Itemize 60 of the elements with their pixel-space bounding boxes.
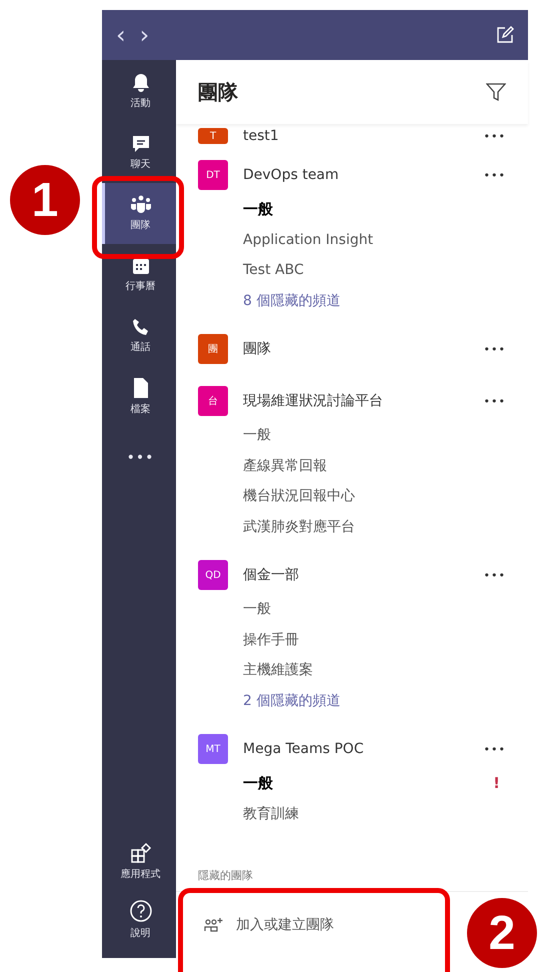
panel-title: 團隊: [198, 78, 238, 106]
channel-name[interactable]: 教育訓練: [243, 804, 506, 823]
hidden-channels-link[interactable]: 2 個隱藏的頻道: [243, 692, 506, 710]
section-label: 隱藏的團隊: [197, 868, 254, 884]
more-options-button[interactable]: •••: [484, 394, 506, 408]
app-bar-item[interactable]: 檔案: [102, 366, 176, 427]
team-name[interactable]: 團隊: [243, 340, 484, 358]
more-options-button[interactable]: •••: [484, 568, 506, 582]
step-number: 1: [10, 165, 80, 235]
calendar-icon: [130, 256, 150, 276]
app-bar-item[interactable]: 通話: [102, 305, 176, 366]
app-bar-item[interactable]: 聊天: [102, 122, 176, 183]
file-icon: [132, 377, 150, 399]
bell-icon: [130, 73, 150, 93]
team-avatar: 團: [198, 334, 228, 364]
more-options-button[interactable]: •••: [484, 130, 506, 142]
team-name[interactable]: Mega Teams POC: [243, 741, 484, 757]
apps-icon: [130, 842, 152, 864]
filter-icon[interactable]: [486, 82, 506, 102]
app-bar-item[interactable]: 團隊: [102, 183, 176, 244]
team-avatar: T: [198, 128, 228, 144]
channel-name[interactable]: 一般: [243, 774, 494, 793]
channel-name[interactable]: 一般: [243, 200, 506, 219]
channel-name[interactable]: 主機維護案: [243, 661, 506, 680]
more-options-button[interactable]: •••: [484, 342, 506, 356]
team-avatar: QD: [198, 560, 228, 590]
more-options-button[interactable]: •••: [484, 742, 506, 756]
app-bar-item[interactable]: 說明: [102, 890, 176, 948]
app-bar-item[interactable]: •••: [102, 427, 176, 488]
channel-name[interactable]: 武漢肺炎對應平台: [243, 518, 506, 536]
team-avatar: 台: [198, 386, 228, 416]
team-avatar: DT: [198, 160, 228, 190]
channel-name[interactable]: 機台狀況回報中心: [243, 487, 506, 506]
app-bar-item[interactable]: 行事曆: [102, 244, 176, 305]
team-name[interactable]: 現場維運狀況討論平台: [243, 392, 484, 410]
back-button[interactable]: ‹: [116, 23, 126, 47]
alert-mark: !: [493, 774, 501, 792]
join-team-button[interactable]: 加入或建立團隊: [198, 912, 340, 938]
channel-name[interactable]: 操作手冊: [243, 630, 506, 649]
chat-icon: [130, 134, 150, 154]
compose-icon[interactable]: [496, 26, 514, 44]
app-bar-item[interactable]: 活動: [102, 61, 176, 122]
team-avatar: MT: [198, 734, 228, 764]
channel-name[interactable]: 產線異常回報: [243, 456, 506, 475]
channel-name[interactable]: Application Insight: [243, 232, 506, 248]
channel-name[interactable]: Test ABC: [243, 262, 506, 278]
team-name[interactable]: 個金一部: [243, 566, 484, 584]
phone-icon: [130, 317, 150, 337]
channel-name[interactable]: 一般: [243, 426, 506, 444]
channel-name[interactable]: 一般: [243, 600, 506, 618]
team-name[interactable]: test1: [243, 128, 484, 144]
hidden-channels-link[interactable]: 8 個隱藏的頻道: [243, 292, 506, 310]
team-name[interactable]: DevOps team: [243, 167, 484, 183]
step-number: 2: [467, 898, 537, 968]
add-team-icon: [204, 917, 224, 933]
app-bar-item[interactable]: 應用程式: [102, 832, 176, 890]
people-icon: [130, 195, 152, 215]
forward-button[interactable]: ›: [140, 23, 150, 47]
more-options-button[interactable]: •••: [484, 168, 506, 182]
help-icon: [128, 898, 152, 922]
